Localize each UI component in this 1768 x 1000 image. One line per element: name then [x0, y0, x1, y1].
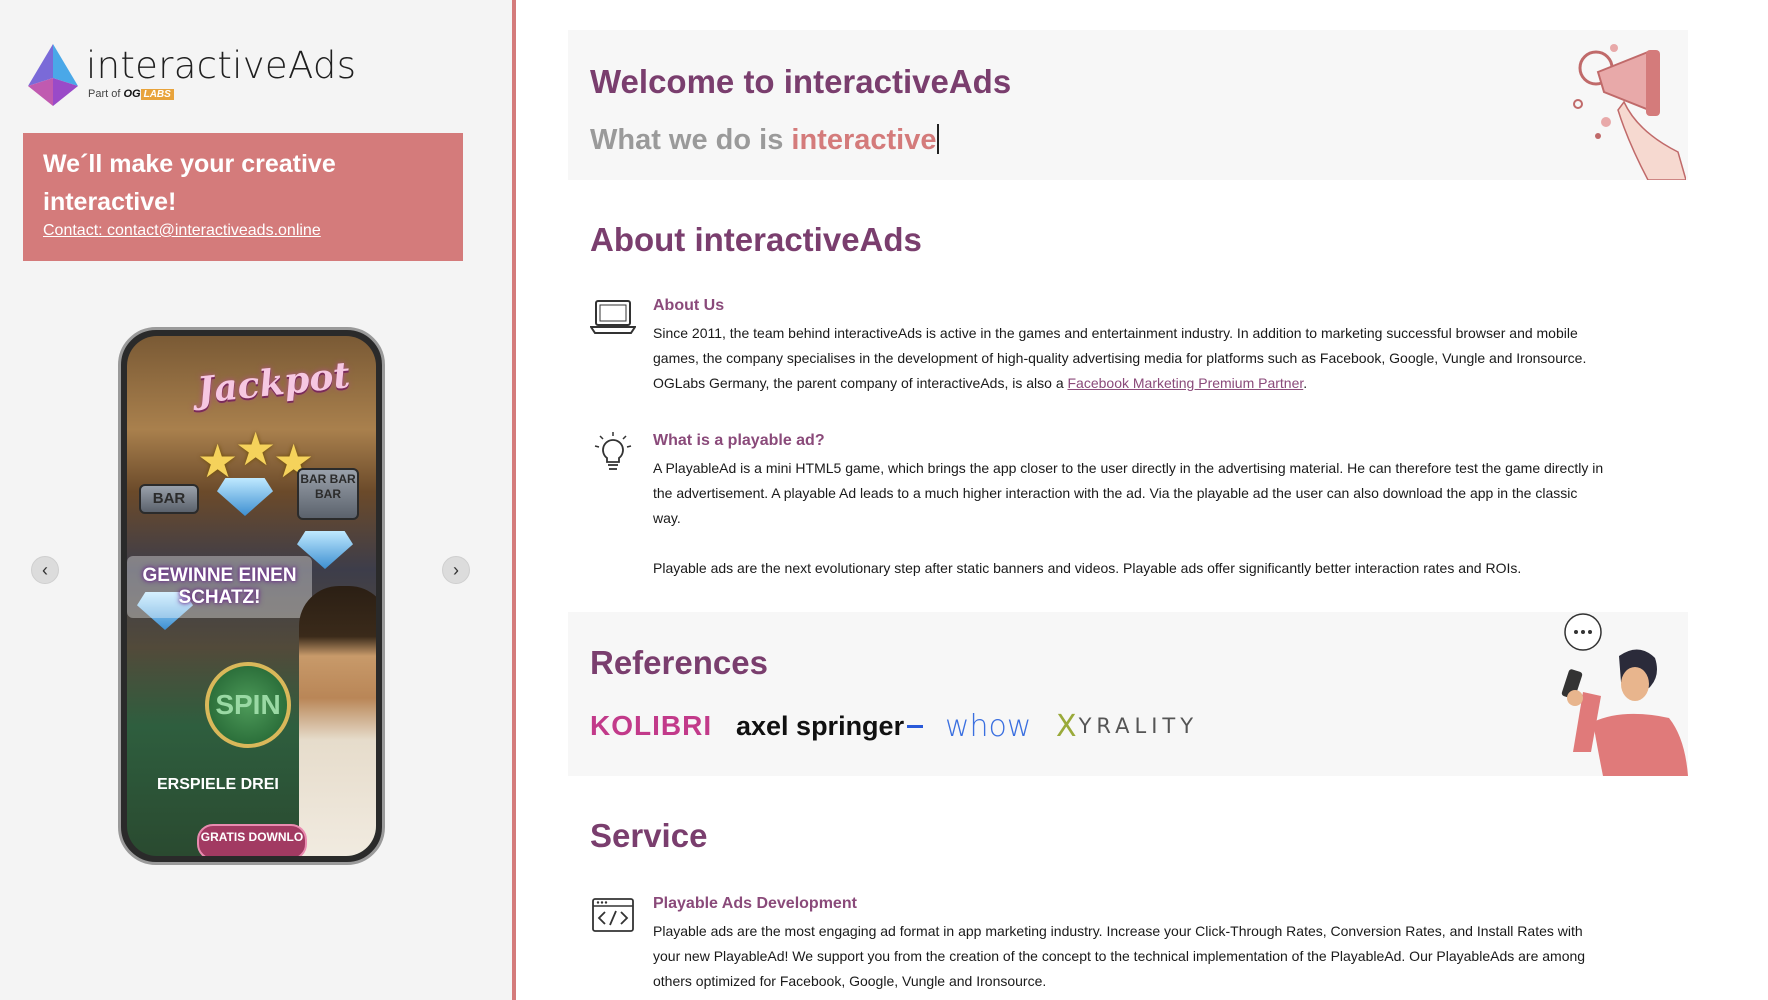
diamond-icon	[217, 478, 273, 516]
reference-logo-axel-springer: axel springer	[736, 706, 924, 746]
chevron-left-icon: ‹	[42, 559, 48, 580]
slot-title: Jackpot	[195, 354, 352, 412]
star-icon: ★	[235, 423, 277, 475]
facebook-partner-link[interactable]: Facebook Marketing Premium Partner	[1068, 375, 1304, 391]
playable-ad-body: A PlayableAd is a mini HTML5 game, which…	[653, 460, 1604, 526]
playable-ad-body-2: Playable ads are the next evolutionary s…	[653, 560, 1522, 576]
promo-title: We´ll make your creative interactive!	[43, 150, 336, 216]
lightbulb-icon	[594, 432, 632, 470]
carousel-prev-button[interactable]: ‹	[31, 556, 59, 584]
reference-logo-kolibri: KOLIBRI	[590, 710, 713, 741]
slot-banner: GEWINNE EINEN SCHATZ!	[127, 556, 312, 618]
typing-caret	[937, 124, 940, 154]
playable-ad-heading: What is a playable ad?	[653, 432, 825, 449]
hero-title: Welcome to interactiveAds	[590, 63, 1012, 100]
hero-sub-prefix: What we do is	[590, 124, 784, 156]
xyrality-x-mark: X	[1056, 708, 1077, 744]
about-us-body: Since 2011, the team behind interactiveA…	[653, 321, 1608, 396]
logo-sub-prefix: Part of	[88, 88, 121, 100]
slot-caption: ERSPIELE DREI	[157, 776, 279, 793]
contact-link[interactable]: Contact: contact@interactiveads.online	[43, 222, 321, 240]
code-window-icon	[592, 898, 634, 932]
playable-development-body: Playable ads are the most engaging ad fo…	[653, 923, 1586, 989]
logo-link[interactable]: interactiveAds. Part of OGLABS	[28, 40, 368, 607]
reference-logo-xyrality: X YRALITY	[1056, 706, 1198, 746]
about-us-item: About Us Since 2011, the team behind int…	[590, 297, 1610, 407]
playable-development-item: Playable Ads Development Playable ads ar…	[590, 895, 1610, 1000]
playable-development-heading: Playable Ads Development	[653, 895, 857, 912]
hero-sub-accent: interactive	[791, 124, 937, 156]
download-cta: GRATIS DOWNLO	[197, 824, 307, 856]
playable-ad-item: What is a playable ad? A PlayableAd is a…	[590, 432, 1610, 592]
logo-subline: Part of OG LABS	[88, 88, 174, 100]
service-title: Service	[590, 817, 708, 854]
xyrality-rest: YRALITY	[1078, 714, 1199, 738]
promo-box: We´ll make your creative interactive! Co…	[23, 133, 463, 261]
megaphone-illustration	[1573, 44, 1686, 180]
phone-mockup: Jackpot ★ ★ ★ BAR BAR BAR BAR GEWINNE EI…	[118, 327, 385, 865]
spin-button: SPIN	[205, 662, 291, 748]
references-section: References KOLIBRI axel springer whow XY…	[568, 612, 1688, 776]
logo-labs: LABS	[140, 89, 174, 100]
about-title: About interactiveAds	[590, 221, 922, 258]
cleopatra-illustration	[299, 586, 376, 856]
chevron-right-icon: ›	[453, 559, 459, 580]
about-us-heading: About Us	[653, 297, 725, 314]
axel-underline	[907, 724, 924, 728]
hero-section: Welcome to interactiveAds What we do is …	[568, 30, 1688, 180]
reel-bar-triple: BAR BAR BAR	[297, 468, 359, 520]
hero-subtitle: What we do is interactive	[590, 124, 940, 157]
reference-logo-whow: whow	[945, 708, 1032, 744]
laptop-icon	[590, 300, 636, 334]
logo-og: OG	[123, 88, 141, 100]
carousel-next-button[interactable]: ›	[442, 556, 470, 584]
main-content: Welcome to interactiveAds What we do is …	[568, 0, 1688, 1000]
sidebar: interactiveAds. Part of OGLABS We´ll mak…	[0, 0, 516, 1000]
reference-logo-axel-text: axel springer	[736, 710, 905, 741]
about-us-end: .	[1303, 375, 1308, 391]
logo-wordmark: interactiveAds.	[86, 44, 368, 607]
logo-mark-icon	[28, 44, 78, 106]
carousel-slide[interactable]: Jackpot ★ ★ ★ BAR BAR BAR BAR GEWINNE EI…	[127, 336, 376, 856]
references-title: References	[590, 644, 768, 681]
person-phone-illustration	[1561, 613, 1688, 776]
reel-bar: BAR	[139, 484, 199, 514]
